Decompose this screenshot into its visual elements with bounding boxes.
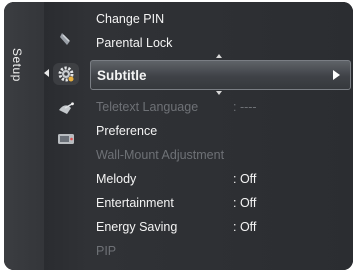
menu-item-change-pin[interactable]: Change PIN — [96, 8, 345, 30]
menu-item-melody[interactable]: Melody : Off — [96, 168, 345, 190]
menu-item-label: Melody — [96, 172, 137, 186]
scroll-down-indicator-icon — [216, 91, 222, 95]
menu-item-label: Parental Lock — [96, 36, 173, 50]
menu-item-label: Subtitle — [97, 67, 147, 83]
category-icon-column — [44, 2, 88, 270]
menu-item-wall-mount-adjustment: Wall-Mount Adjustment — [96, 144, 345, 166]
setup-tab[interactable]: Setup — [4, 2, 45, 270]
menu-item-value: : Off — [233, 220, 257, 234]
menu-item-label: Entertainment — [96, 196, 174, 210]
setup-menu-list: Change PIN Parental Lock Subtitle Telete… — [88, 2, 353, 270]
menu-item-label: Teletext Language — [96, 100, 199, 114]
gear-icon[interactable] — [56, 65, 76, 83]
menu-item-label: Change PIN — [96, 12, 165, 26]
menu-item-subtitle[interactable]: Subtitle — [90, 60, 351, 90]
menu-item-energy-saving[interactable]: Energy Saving : Off — [96, 216, 345, 238]
selection-pointer-icon — [44, 69, 49, 77]
menu-item-value: : Off — [233, 172, 257, 186]
input-source-icon[interactable] — [56, 130, 76, 148]
antenna-icon[interactable] — [56, 30, 76, 48]
menu-item-label: Wall-Mount Adjustment — [96, 148, 225, 162]
menu-item-value: : ---- — [233, 100, 257, 114]
menu-item-label: Preference — [96, 124, 158, 138]
menu-item-label: Energy Saving — [96, 220, 178, 234]
satellite-dish-icon[interactable] — [56, 100, 76, 118]
menu-item-value: : Off — [233, 196, 257, 210]
setup-tab-label: Setup — [10, 48, 24, 82]
submenu-arrow-icon — [333, 70, 340, 80]
scroll-up-indicator-icon — [216, 54, 222, 58]
menu-item-label: PIP — [96, 244, 117, 258]
menu-item-preference[interactable]: Preference — [96, 120, 345, 142]
menu-item-parental-lock[interactable]: Parental Lock — [96, 32, 345, 54]
tv-menu-window: Setup Change PIN Parental Lock Subtitle … — [4, 2, 353, 270]
menu-item-teletext-language: Teletext Language : ---- — [96, 96, 345, 118]
menu-item-pip: PIP — [96, 240, 345, 262]
menu-item-entertainment[interactable]: Entertainment : Off — [96, 192, 345, 214]
